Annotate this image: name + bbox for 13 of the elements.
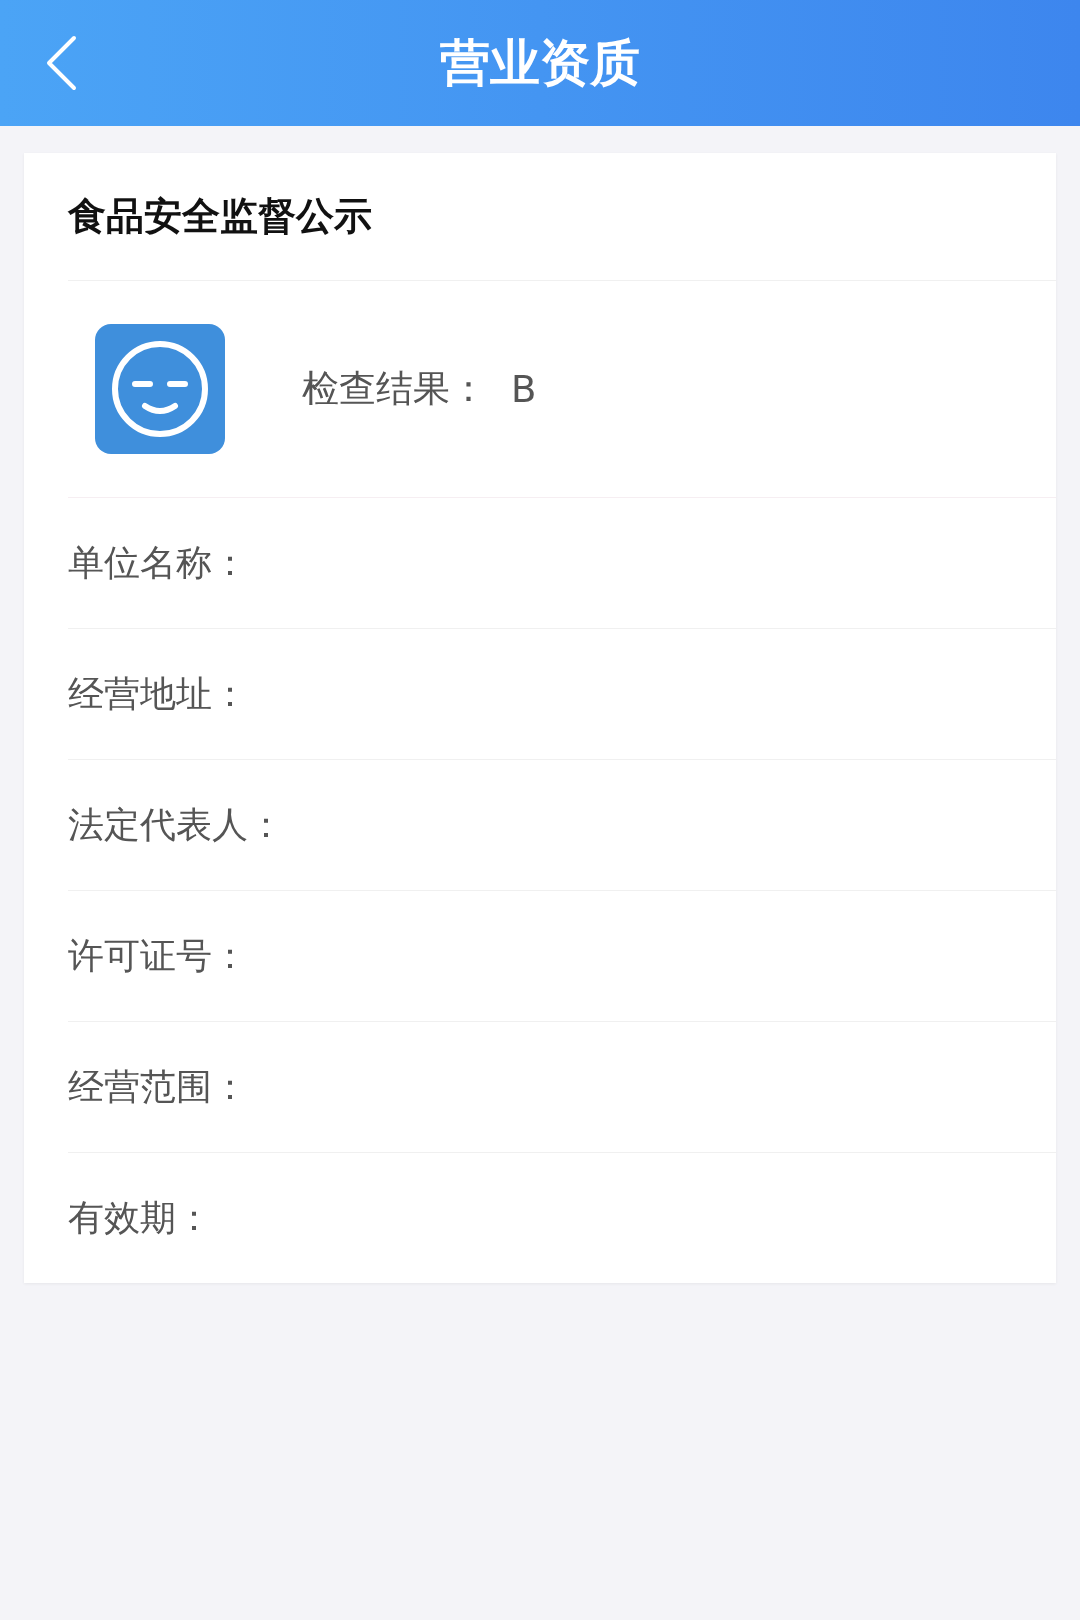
- field-label: 经营地址：: [68, 671, 248, 716]
- back-icon: [44, 35, 78, 91]
- result-value: B: [511, 367, 537, 411]
- field-label: 单位名称：: [68, 540, 248, 585]
- card-title: 食品安全监督公示: [68, 193, 372, 240]
- field-label: 有效期：: [68, 1195, 212, 1240]
- field-label: 法定代表人：: [68, 802, 284, 847]
- field-label: 经营范围：: [68, 1064, 248, 1109]
- result-label: 检查结果：: [302, 366, 487, 412]
- back-button[interactable]: [44, 35, 78, 91]
- smiling-face-icon: [95, 324, 225, 454]
- field-label: 许可证号：: [68, 933, 248, 978]
- page-title: 营业资质: [440, 32, 640, 94]
